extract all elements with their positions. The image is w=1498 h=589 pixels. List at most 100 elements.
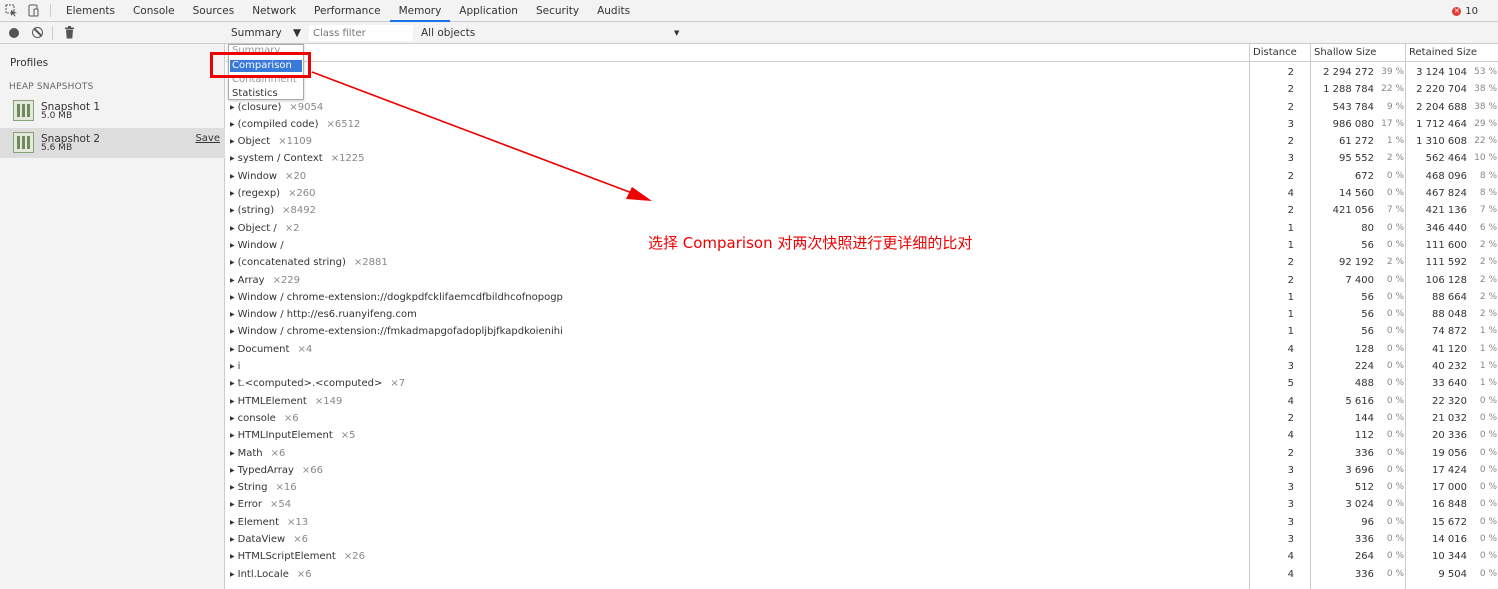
error-counter[interactable]: ✕ 10 <box>1452 0 1478 22</box>
class-name: DataView <box>237 534 286 546</box>
instance-count: ×6512 <box>326 118 361 130</box>
tab-sources[interactable]: Sources <box>184 0 244 21</box>
distance-value: 3 <box>1287 361 1294 373</box>
expand-triangle-icon[interactable]: ▶ <box>230 501 235 508</box>
device-icon[interactable] <box>22 0 44 21</box>
table-row[interactable]: ▶ system / Context ×1225 3 95 552 2 % 562 464 1… <box>226 151 1498 168</box>
tab-audits[interactable]: Audits <box>588 0 639 21</box>
expand-triangle-icon[interactable]: ▶ <box>230 242 235 249</box>
expand-triangle-icon[interactable]: ▶ <box>230 553 235 560</box>
clear-icon[interactable] <box>32 27 43 38</box>
tab-elements[interactable]: Elements <box>57 0 124 21</box>
col-header-distance[interactable]: Distance <box>1253 47 1297 58</box>
row-name-cell: ▶ HTMLElement ×149 <box>230 396 342 407</box>
table-row[interactable]: 2 1 288 784 22 % 2 220 704 38 % <box>226 82 1498 99</box>
table-row[interactable]: ▶ console ×6 2 144 0 % 21 032 0 % <box>226 411 1498 428</box>
tab-application[interactable]: Application <box>450 0 527 21</box>
trash-icon[interactable] <box>64 26 76 39</box>
expand-triangle-icon[interactable]: ▶ <box>230 121 235 128</box>
table-row[interactable]: ▶ (compiled code) ×6512 3 986 080 17 % 1 712 4… <box>226 117 1498 134</box>
save-snapshot-link[interactable]: Save <box>195 133 220 144</box>
expand-triangle-icon[interactable]: ▶ <box>230 173 235 180</box>
col-header-retained[interactable]: Retained Size <box>1409 47 1477 58</box>
expand-triangle-icon[interactable]: ▶ <box>230 138 235 145</box>
expand-triangle-icon[interactable]: ▶ <box>230 207 235 214</box>
expand-triangle-icon[interactable]: ▶ <box>230 346 235 353</box>
expand-triangle-icon[interactable]: ▶ <box>230 450 235 457</box>
table-row[interactable]: ▶ HTMLElement ×149 4 5 616 0 % 22 320 0 % <box>226 394 1498 411</box>
expand-triangle-icon[interactable]: ▶ <box>230 328 235 335</box>
class-name: Intl.Locale <box>237 568 289 580</box>
view-select[interactable]: Summary <box>231 22 282 44</box>
table-row[interactable]: ▶ HTMLScriptElement ×26 4 264 0 % 10 344 0 % <box>226 549 1498 566</box>
expand-triangle-icon[interactable]: ▶ <box>230 432 235 439</box>
class-filter-input[interactable] <box>309 25 413 41</box>
table-row[interactable]: ▶ Object ×1109 2 61 272 1 % 1 310 608 22 % <box>226 134 1498 151</box>
tab-network[interactable]: Network <box>243 0 305 21</box>
table-row[interactable]: ▶ (regexp) ×260 4 14 560 0 % 467 824 8 % <box>226 186 1498 203</box>
class-name: Element <box>237 516 280 528</box>
table-row[interactable]: ▶ Element ×13 3 96 0 % 15 672 0 % <box>226 515 1498 532</box>
table-row[interactable]: ▶ Document ×4 4 128 0 % 41 120 1 % <box>226 342 1498 359</box>
retained-size-percent: 0 % <box>1479 412 1497 423</box>
retained-size-percent: 0 % <box>1479 499 1497 510</box>
expand-triangle-icon[interactable]: ▶ <box>230 571 235 578</box>
table-row[interactable]: ▶ Window / chrome-extension://dogkpdfckli… <box>226 290 1498 307</box>
table-row[interactable]: ▶ Array ×229 2 7 400 0 % 106 128 2 % <box>226 273 1498 290</box>
expand-triangle-icon[interactable]: ▶ <box>230 519 235 526</box>
table-row[interactable]: ▶ (closure) ×9054 2 543 784 9 % 2 204 688 38 % <box>226 100 1498 117</box>
table-row[interactable]: ▶ (string) ×8492 2 421 056 7 % 421 136 7 % <box>226 203 1498 220</box>
table-row[interactable]: ▶ DataView ×6 3 336 0 % 14 016 0 % <box>226 532 1498 549</box>
expand-triangle-icon[interactable]: ▶ <box>230 225 235 232</box>
shallow-size-value: 95 552 <box>1339 153 1374 165</box>
tab-performance[interactable]: Performance <box>305 0 390 21</box>
row-name-cell: ▶ (concatenated string) ×2881 <box>230 257 388 268</box>
tab-security[interactable]: Security <box>527 0 588 21</box>
instance-count: ×6 <box>283 412 299 424</box>
dropdown-option-statistics[interactable]: Statistics <box>232 88 278 99</box>
table-row[interactable]: ▶ HTMLInputElement ×5 4 112 0 % 20 336 0 % <box>226 428 1498 445</box>
table-row[interactable]: ▶ i 3 224 0 % 40 232 1 % <box>226 359 1498 376</box>
col-header-shallow[interactable]: Shallow Size <box>1314 47 1376 58</box>
expand-triangle-icon[interactable]: ▶ <box>230 294 235 301</box>
tab-memory[interactable]: Memory <box>389 0 451 22</box>
shallow-size-value: 56 <box>1361 291 1374 303</box>
snapshot-item-2[interactable]: Snapshot 2 5.6 MB Save <box>0 128 225 158</box>
expand-triangle-icon[interactable]: ▶ <box>230 190 235 197</box>
row-name-cell: ▶ Window / chrome-extension://dogkpdfckli… <box>230 292 571 303</box>
table-row[interactable]: ▶ t.<computed>.<computed> ×7 5 488 0 % 33 640 1… <box>226 376 1498 393</box>
table-row[interactable]: ▶ Window / http://es6.ruanyifeng.com 1 56 0 … <box>226 307 1498 324</box>
retained-size-percent: 29 % <box>1474 118 1497 129</box>
expand-triangle-icon[interactable]: ▶ <box>230 415 235 422</box>
expand-triangle-icon[interactable]: ▶ <box>230 311 235 318</box>
expand-triangle-icon[interactable]: ▶ <box>230 277 235 284</box>
expand-triangle-icon[interactable]: ▶ <box>230 104 235 111</box>
expand-triangle-icon[interactable]: ▶ <box>230 467 235 474</box>
expand-triangle-icon[interactable]: ▶ <box>230 155 235 162</box>
table-row[interactable]: ▶ TypedArray ×66 3 3 696 0 % 17 424 0 % <box>226 463 1498 480</box>
inspect-icon[interactable] <box>0 0 22 21</box>
class-name: (regexp) <box>237 188 281 200</box>
expand-triangle-icon[interactable]: ▶ <box>230 259 235 266</box>
table-row[interactable]: 2 2 294 272 39 % 3 124 104 53 % <box>226 65 1498 82</box>
retained-size-value: 9 504 <box>1438 568 1467 580</box>
table-row[interactable]: ▶ Window ×20 2 672 0 % 468 096 8 % <box>226 169 1498 186</box>
sidebar-title: Profiles <box>10 57 49 69</box>
expand-triangle-icon[interactable]: ▶ <box>230 398 235 405</box>
expand-triangle-icon[interactable]: ▶ <box>230 536 235 543</box>
objects-select[interactable]: All objects <box>421 22 475 44</box>
expand-triangle-icon[interactable]: ▶ <box>230 363 235 370</box>
table-row[interactable]: ▶ String ×16 3 512 0 % 17 000 0 % <box>226 480 1498 497</box>
expand-triangle-icon[interactable]: ▶ <box>230 484 235 491</box>
tab-console[interactable]: Console <box>124 0 184 21</box>
table-row[interactable]: ▶ Intl.Locale ×6 4 336 0 % 9 504 0 % <box>226 567 1498 584</box>
row-name-cell: ▶ Window / http://es6.ruanyifeng.com <box>230 309 425 320</box>
record-icon[interactable] <box>9 28 19 38</box>
table-row[interactable]: ▶ Window / chrome-extension://fmkadmapgof… <box>226 324 1498 341</box>
table-row[interactable]: ▶ (concatenated string) ×2881 2 92 192 2 % 111… <box>226 255 1498 272</box>
table-row[interactable]: ▶ Math ×6 2 336 0 % 19 056 0 % <box>226 446 1498 463</box>
shallow-size-percent: 0 % <box>1386 309 1404 320</box>
snapshot-item-1[interactable]: Snapshot 1 5.0 MB <box>0 96 225 126</box>
expand-triangle-icon[interactable]: ▶ <box>230 380 235 387</box>
table-row[interactable]: ▶ Error ×54 3 3 024 0 % 16 848 0 % <box>226 497 1498 514</box>
